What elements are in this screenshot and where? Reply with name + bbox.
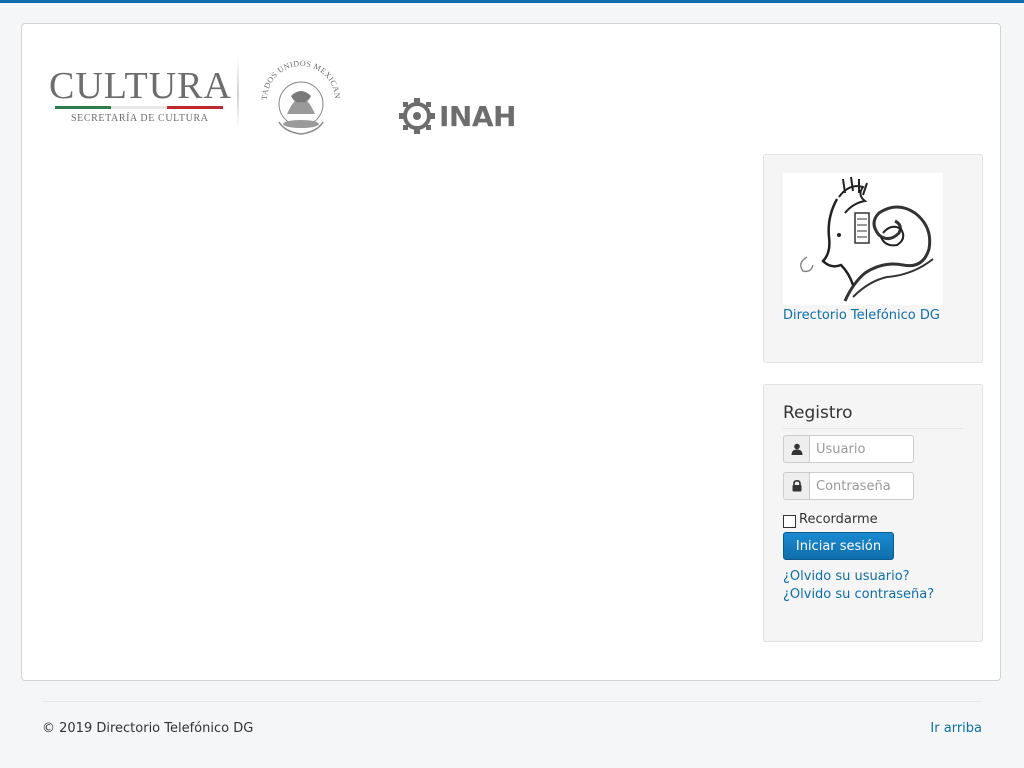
remember-me: Recordarme — [783, 511, 878, 528]
username-group — [783, 435, 914, 463]
cultura-logo-subtitle: SECRETARÍA DE CULTURA — [71, 113, 209, 124]
login-button[interactable]: Iniciar sesión — [783, 532, 894, 560]
login-title-divider — [783, 428, 963, 429]
forgot-username-link[interactable]: ¿Olvido su usuario? — [783, 569, 910, 584]
back-to-top-link[interactable]: Ir arriba — [930, 721, 982, 736]
cultura-logo[interactable]: CULTURA SECRETARÍA DE CULTURA — [49, 65, 232, 124]
flag-stripe — [55, 106, 223, 109]
footer-divider — [42, 701, 982, 702]
maya-artwork-icon[interactable] — [783, 173, 943, 305]
user-icon — [783, 435, 809, 463]
inah-logo-text: INAH — [439, 99, 516, 133]
header-logos: CULTURA SECRETARÍA DE CULTURA ESTADOS UN… — [49, 52, 529, 142]
top-accent-bar — [0, 0, 1024, 3]
login-title: Registro — [783, 403, 853, 423]
password-group — [783, 472, 914, 500]
main-container: CULTURA SECRETARÍA DE CULTURA ESTADOS UN… — [21, 23, 1001, 681]
forgot-password-link[interactable]: ¿Olvido su contraseña? — [783, 587, 934, 602]
username-input[interactable] — [809, 435, 914, 463]
directory-link[interactable]: Directorio Telefónico DG — [783, 308, 940, 323]
remember-checkbox[interactable] — [783, 515, 796, 528]
password-input[interactable] — [809, 472, 914, 500]
cultura-logo-word: CULTURA — [49, 65, 232, 107]
image-module: Directorio Telefónico DG — [763, 154, 983, 363]
mexico-seal-icon: ESTADOS UNIDOS MEXICANOS — [257, 52, 342, 135]
inah-logo[interactable]: INAH — [397, 96, 516, 136]
logo-divider — [237, 58, 239, 130]
lock-icon — [783, 472, 809, 500]
flag-stripe-red — [167, 106, 223, 109]
flag-stripe-white — [111, 106, 167, 109]
login-module: Registro Recordarme Iniciar sesión ¿Olvi… — [763, 384, 983, 642]
remember-label[interactable]: Recordarme — [799, 512, 878, 527]
flag-stripe-green — [55, 106, 111, 109]
copyright-text: © 2019 Directorio Telefónico DG — [42, 721, 254, 736]
inah-glyph-icon — [399, 98, 435, 134]
